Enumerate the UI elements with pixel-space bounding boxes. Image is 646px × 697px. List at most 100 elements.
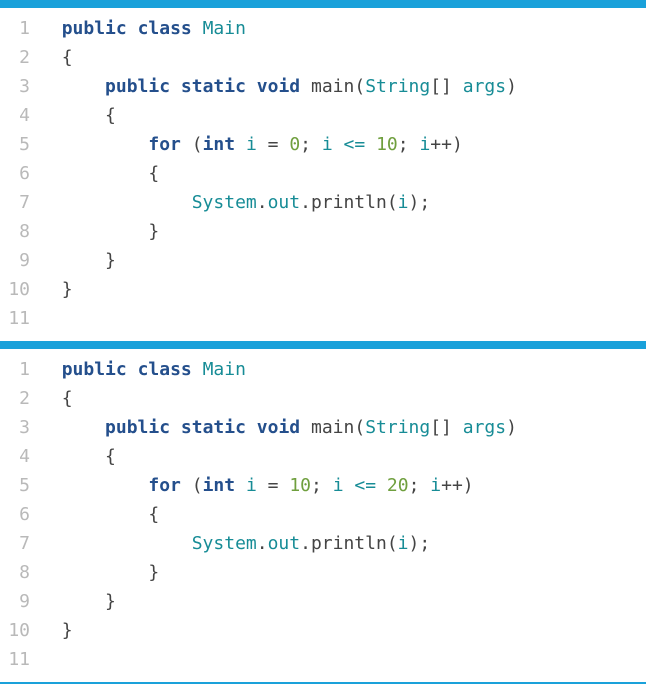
token-kw: class bbox=[138, 18, 192, 39]
line-code: public class Main bbox=[40, 14, 646, 43]
line-code: public class Main bbox=[40, 355, 646, 384]
line-code bbox=[40, 304, 646, 333]
line-code: public static void main(String[] args) bbox=[40, 72, 646, 101]
token-pl: ); bbox=[409, 533, 431, 554]
code-line: 2 { bbox=[0, 384, 646, 413]
token-kw: void bbox=[257, 76, 300, 97]
line-code: System.out.println(i); bbox=[40, 188, 646, 217]
line-code: { bbox=[40, 159, 646, 188]
line-code: } bbox=[40, 217, 646, 246]
line-code: } bbox=[40, 558, 646, 587]
token-kw: int bbox=[203, 475, 236, 496]
line-number: 11 bbox=[0, 304, 40, 333]
token-ty: i bbox=[398, 533, 409, 554]
token-kw: static bbox=[181, 76, 246, 97]
token-pl: ( bbox=[192, 134, 203, 155]
token-ty: args bbox=[463, 417, 506, 438]
token-ty: System bbox=[192, 533, 257, 554]
line-number: 11 bbox=[0, 645, 40, 674]
token-ty: i bbox=[246, 134, 257, 155]
code-line: 8 } bbox=[0, 217, 646, 246]
token-nu: 10 bbox=[376, 134, 398, 155]
token-pl: [] bbox=[430, 76, 463, 97]
code-block-1: 1 public class Main2 {3 public static vo… bbox=[0, 8, 646, 341]
line-code: public static void main(String[] args) bbox=[40, 413, 646, 442]
token-kw: static bbox=[181, 417, 246, 438]
token-ty: out bbox=[268, 192, 301, 213]
line-code: for (int i = 10; i <= 20; i++) bbox=[40, 471, 646, 500]
line-code: } bbox=[40, 616, 646, 645]
line-number: 2 bbox=[0, 43, 40, 72]
line-code: { bbox=[40, 500, 646, 529]
token-ty: i bbox=[398, 192, 409, 213]
line-number: 4 bbox=[0, 101, 40, 130]
mid-accent-bar bbox=[0, 341, 646, 349]
token-nu: 20 bbox=[387, 475, 409, 496]
line-number: 2 bbox=[0, 384, 40, 413]
code-line: 10 } bbox=[0, 275, 646, 304]
bottom-accent-bar bbox=[0, 682, 646, 684]
token-pl: ; bbox=[398, 134, 409, 155]
token-pl: { bbox=[105, 105, 116, 126]
token-kw: for bbox=[148, 475, 181, 496]
token-ty: String bbox=[365, 76, 430, 97]
line-code: { bbox=[40, 442, 646, 471]
token-pl: ) bbox=[506, 417, 517, 438]
token-pl: { bbox=[105, 446, 116, 467]
token-pl: ( bbox=[192, 475, 203, 496]
token-ty: i bbox=[430, 475, 441, 496]
token-pl: ( bbox=[354, 417, 365, 438]
token-kw: public bbox=[62, 18, 127, 39]
token-pl: = bbox=[268, 134, 279, 155]
code-line: 4 { bbox=[0, 101, 646, 130]
token-nu: 0 bbox=[289, 134, 300, 155]
line-number: 6 bbox=[0, 500, 40, 529]
token-pl: = bbox=[268, 475, 279, 496]
line-code: { bbox=[40, 43, 646, 72]
line-number: 10 bbox=[0, 275, 40, 304]
token-pl: { bbox=[148, 163, 159, 184]
code-line: 10 } bbox=[0, 616, 646, 645]
line-code: { bbox=[40, 101, 646, 130]
token-pl: . bbox=[300, 533, 311, 554]
token-kw: public bbox=[62, 359, 127, 380]
line-number: 5 bbox=[0, 130, 40, 159]
token-pl: . bbox=[300, 192, 311, 213]
token-pl: ; bbox=[300, 134, 311, 155]
token-pl: } bbox=[105, 250, 116, 271]
page: 1 public class Main2 {3 public static vo… bbox=[0, 0, 646, 684]
line-number: 9 bbox=[0, 587, 40, 616]
code-line: 8 } bbox=[0, 558, 646, 587]
line-code: } bbox=[40, 246, 646, 275]
code-line: 6 { bbox=[0, 159, 646, 188]
token-ty: i bbox=[322, 134, 333, 155]
code-line: 7 System.out.println(i); bbox=[0, 188, 646, 217]
token-pl: ++) bbox=[441, 475, 474, 496]
token-kw: int bbox=[203, 134, 236, 155]
line-number: 1 bbox=[0, 355, 40, 384]
line-number: 8 bbox=[0, 217, 40, 246]
token-kw: public bbox=[105, 417, 170, 438]
token-pl: ) bbox=[506, 76, 517, 97]
line-number: 1 bbox=[0, 14, 40, 43]
code-line: 9 } bbox=[0, 246, 646, 275]
token-pl: ++) bbox=[430, 134, 463, 155]
token-pl: ); bbox=[409, 192, 431, 213]
code-line: 9 } bbox=[0, 587, 646, 616]
token-fn: println bbox=[311, 533, 387, 554]
line-number: 3 bbox=[0, 72, 40, 101]
line-number: 9 bbox=[0, 246, 40, 275]
token-op: <= bbox=[344, 134, 366, 155]
token-op: <= bbox=[354, 475, 376, 496]
token-fn: main bbox=[311, 417, 354, 438]
token-pl: { bbox=[148, 504, 159, 525]
token-pl: ( bbox=[354, 76, 365, 97]
token-pl: . bbox=[257, 192, 268, 213]
token-ty: out bbox=[268, 533, 301, 554]
token-kw: class bbox=[138, 359, 192, 380]
token-pl: ( bbox=[387, 192, 398, 213]
token-ty: args bbox=[463, 76, 506, 97]
token-pl: ; bbox=[311, 475, 322, 496]
code-line: 3 public static void main(String[] args) bbox=[0, 72, 646, 101]
line-number: 5 bbox=[0, 471, 40, 500]
